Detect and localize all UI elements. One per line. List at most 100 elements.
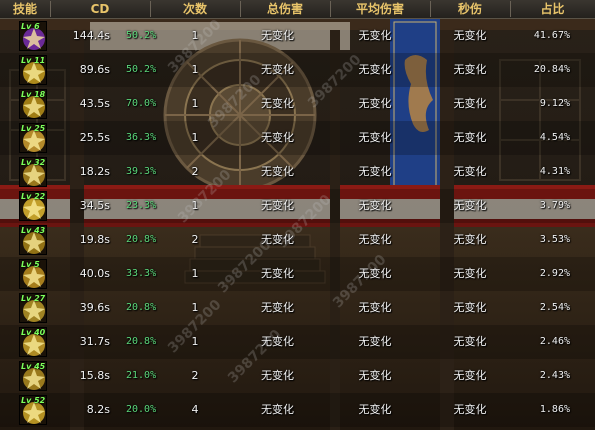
share-value: 41.67%	[533, 30, 570, 41]
golden-strike-icon[interactable]: Lv 5	[19, 259, 47, 289]
use-count: 1	[191, 199, 199, 212]
cd-value: 15.8s	[79, 369, 110, 382]
skill-level-label: Lv 45	[21, 362, 46, 371]
use-count: 2	[191, 165, 199, 178]
cd-value: 31.7s	[79, 335, 110, 348]
use-count: 2	[191, 233, 199, 246]
skill-level-label: Lv 25	[21, 124, 46, 133]
header-avg-damage[interactable]: 平均伤害	[330, 0, 430, 18]
dps-value: 无变化	[453, 199, 487, 212]
dps-value: 无变化	[453, 369, 487, 382]
table-row[interactable]: Lv 6 144.4s 50.2% 1 无变化 无变化 无变化 41.67%	[0, 19, 595, 53]
use-count: 1	[191, 29, 199, 42]
share-value: 20.84%	[533, 64, 570, 75]
total-damage: 无变化	[261, 233, 294, 246]
dps-value: 无变化	[453, 131, 487, 144]
share-value: 2.43%	[539, 370, 570, 381]
avg-damage: 无变化	[358, 165, 392, 178]
total-damage: 无变化	[261, 267, 294, 280]
golden-wind-icon[interactable]: Lv 45	[19, 361, 47, 391]
total-damage: 无变化	[261, 301, 294, 314]
dps-value: 无变化	[453, 29, 487, 42]
use-count: 4	[191, 403, 199, 416]
skill-level-label: Lv 11	[21, 56, 46, 65]
avg-damage: 无变化	[358, 233, 392, 246]
avg-damage: 无变化	[358, 97, 392, 110]
skill-level-label: Lv 27	[21, 294, 46, 303]
total-damage: 无变化	[261, 369, 294, 382]
purple-blast-icon[interactable]: Lv 6	[19, 21, 47, 51]
table-row[interactable]: Lv 52 8.2s 20.0% 4 无变化 无变化 无变化 1.86%	[0, 393, 595, 427]
golden-rays-icon[interactable]: Lv 22	[19, 191, 47, 221]
total-damage: 无变化	[261, 403, 294, 416]
dps-value: 无变化	[453, 403, 487, 416]
skill-level-label: Lv 52	[21, 396, 46, 405]
share-value: 9.12%	[539, 98, 570, 109]
header-skill[interactable]: 技能	[0, 0, 50, 18]
cd-value: 19.8s	[79, 233, 110, 246]
table-row[interactable]: Lv 11 89.6s 50.2% 1 无变化 无变化 无变化 20.84%	[0, 53, 595, 87]
use-count: 1	[191, 131, 199, 144]
cd-value: 40.0s	[79, 267, 110, 280]
skill-level-label: Lv 5	[21, 260, 40, 269]
table-row[interactable]: Lv 43 19.8s 20.8% 2 无变化 无变化 无变化 3.53%	[0, 223, 595, 257]
use-count: 1	[191, 97, 199, 110]
avg-damage: 无变化	[358, 369, 392, 382]
golden-wave-icon[interactable]: Lv 27	[19, 293, 47, 323]
avg-damage: 无变化	[358, 199, 392, 212]
cd-value: 89.6s	[79, 63, 110, 76]
golden-burst-icon[interactable]: Lv 32	[19, 157, 47, 187]
golden-skull-icon[interactable]: Lv 18	[19, 89, 47, 119]
skill-damage-table: 技能 CD 次数 总伤害 平均伤害 秒伤 占比 Lv 6 144.4s 50.2% 1…	[0, 0, 595, 430]
table-row[interactable]: Lv 25 25.5s 36.3% 1 无变化 无变化 无变化 4.54%	[0, 121, 595, 155]
share-value: 4.31%	[539, 166, 570, 177]
share-value: 1.86%	[539, 404, 570, 415]
table-row[interactable]: Lv 40 31.7s 20.8% 1 无变化 无变化 无变化 2.46%	[0, 325, 595, 359]
use-count: 1	[191, 267, 199, 280]
avg-damage: 无变化	[358, 131, 392, 144]
table-row[interactable]: Lv 45 15.8s 21.0% 2 无变化 无变化 无变化 2.43%	[0, 359, 595, 393]
skill-level-label: Lv 18	[21, 90, 46, 99]
header-count[interactable]: 次数	[150, 0, 240, 18]
skill-level-label: Lv 6	[21, 22, 40, 31]
use-count: 1	[191, 335, 199, 348]
golden-face-icon[interactable]: Lv 25	[19, 123, 47, 153]
use-count: 1	[191, 301, 199, 314]
share-value: 3.53%	[539, 234, 570, 245]
table-row[interactable]: Lv 32 18.2s 39.3% 2 无变化 无变化 无变化 4.31%	[0, 155, 595, 189]
share-value: 3.79%	[539, 200, 570, 211]
total-damage: 无变化	[261, 63, 294, 76]
golden-explosion-icon[interactable]: Lv 52	[19, 395, 47, 425]
table-row[interactable]: Lv 27 39.6s 20.8% 1 无变化 无变化 无变化 2.54%	[0, 291, 595, 325]
golden-slash-icon[interactable]: Lv 43	[19, 225, 47, 255]
header-share[interactable]: 占比	[510, 0, 595, 18]
cd-value: 18.2s	[79, 165, 110, 178]
skill-level-label: Lv 43	[21, 226, 46, 235]
avg-damage: 无变化	[358, 63, 392, 76]
share-value: 2.46%	[539, 336, 570, 347]
use-count: 2	[191, 369, 199, 382]
cd-value: 34.5s	[79, 199, 110, 212]
dps-value: 无变化	[453, 335, 487, 348]
cd-value: 43.5s	[79, 97, 110, 110]
header-total-damage[interactable]: 总伤害	[240, 0, 330, 18]
dps-value: 无变化	[453, 267, 487, 280]
share-value: 2.54%	[539, 302, 570, 313]
avg-damage: 无变化	[358, 29, 392, 42]
dps-value: 无变化	[453, 301, 487, 314]
header-dps[interactable]: 秒伤	[430, 0, 510, 18]
cd-value: 8.2s	[86, 403, 110, 416]
total-damage: 无变化	[261, 131, 294, 144]
table-header: 技能 CD 次数 总伤害 平均伤害 秒伤 占比	[0, 0, 595, 19]
golden-arms-icon[interactable]: Lv 11	[19, 55, 47, 85]
use-count: 1	[191, 63, 199, 76]
table-row[interactable]: Lv 22 34.5s 23.3% 1 无变化 无变化 无变化 3.79%	[0, 189, 595, 223]
dps-value: 无变化	[453, 63, 487, 76]
skill-level-label: Lv 22	[21, 192, 46, 201]
total-damage: 无变化	[261, 97, 294, 110]
table-row[interactable]: Lv 18 43.5s 70.0% 1 无变化 无变化 无变化 9.12%	[0, 87, 595, 121]
header-cd[interactable]: CD	[50, 0, 150, 18]
golden-flame-icon[interactable]: Lv 40	[19, 327, 47, 357]
dps-value: 无变化	[453, 97, 487, 110]
table-row[interactable]: Lv 5 40.0s 33.3% 1 无变化 无变化 无变化 2.92%	[0, 257, 595, 291]
